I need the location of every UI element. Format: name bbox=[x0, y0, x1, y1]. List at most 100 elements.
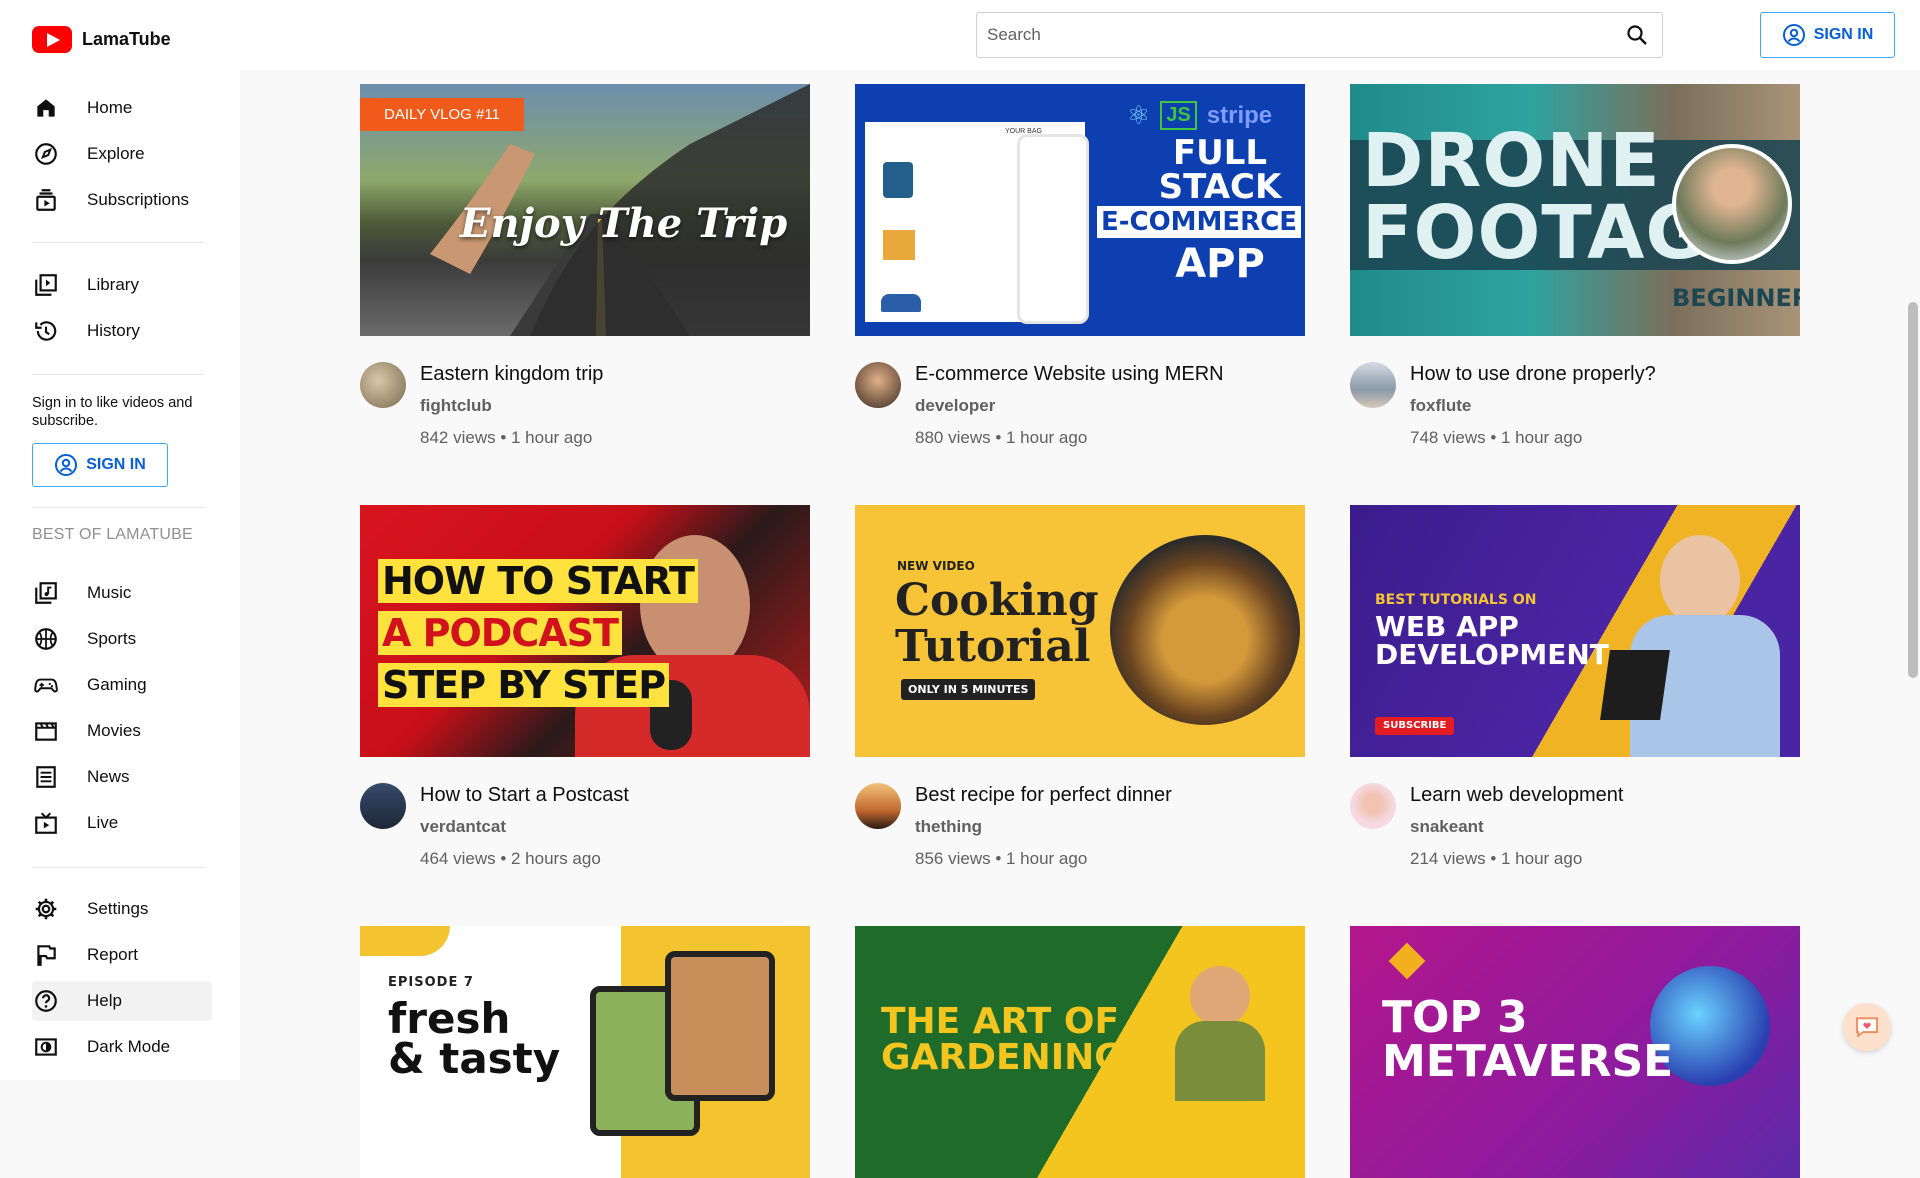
video-card[interactable]: TOP 3 METAVERSE bbox=[1350, 926, 1800, 1178]
app-logo[interactable]: LamaTube bbox=[32, 26, 171, 53]
sidebar-item-label: Explore bbox=[87, 144, 145, 163]
video-title[interactable]: How to use drone properly? bbox=[1410, 363, 1656, 386]
video-title[interactable]: Eastern kingdom trip bbox=[420, 363, 603, 386]
sidebar-item-sports[interactable]: Sports bbox=[32, 619, 212, 659]
subscribe-badge: SUBSCRIBE bbox=[1375, 717, 1455, 735]
thumbnail-line-2: GARDENING bbox=[881, 1037, 1124, 1078]
video-thumbnail[interactable]: YOUR BAG ⚛ JS stripe FULL STACK E-COMMER… bbox=[855, 84, 1305, 336]
video-card[interactable]: BEST TUTORIALS ON WEB APP DEVELOPMENT SU… bbox=[1350, 505, 1800, 877]
video-title[interactable]: Learn web development bbox=[1410, 784, 1623, 807]
gaming-icon bbox=[32, 671, 60, 699]
sidebar-item-help[interactable]: Help bbox=[32, 981, 212, 1021]
thumbnail-tag: ONLY IN 5 MINUTES bbox=[901, 679, 1036, 700]
stripe-logo: stripe bbox=[1206, 101, 1273, 129]
channel-avatar[interactable] bbox=[360, 783, 406, 829]
library-icon bbox=[32, 271, 60, 299]
search-button[interactable] bbox=[1612, 13, 1662, 57]
video-title[interactable]: How to Start a Postcast bbox=[420, 784, 629, 807]
search-input[interactable] bbox=[977, 13, 1612, 57]
video-card[interactable]: NEW VIDEO Cooking Tutorial ONLY IN 5 MIN… bbox=[855, 505, 1305, 877]
samosa-plate-image bbox=[1110, 535, 1300, 725]
sports-icon bbox=[32, 625, 60, 653]
thumbnail-line-2: STACK bbox=[1158, 167, 1282, 207]
scrollbar-thumb[interactable] bbox=[1908, 302, 1918, 678]
thumbnail-line-1: FULL bbox=[1172, 133, 1268, 173]
sidebar-item-news[interactable]: News bbox=[32, 757, 212, 797]
sidebar-item-explore[interactable]: Explore bbox=[32, 134, 212, 174]
dark-mode-icon bbox=[32, 1033, 60, 1061]
channel-avatar[interactable] bbox=[1350, 362, 1396, 408]
sidebar-signin-button[interactable]: SIGN IN bbox=[32, 443, 168, 487]
thumbnail-line-2: A PODCAST bbox=[378, 611, 622, 655]
sidebar-item-label: History bbox=[87, 321, 140, 340]
help-icon bbox=[32, 987, 60, 1015]
video-thumbnail[interactable]: DRONE FOOTAGE BEGINNER bbox=[1350, 84, 1800, 336]
sidebar-item-label: News bbox=[87, 767, 130, 786]
floating-chat-button[interactable] bbox=[1843, 1003, 1891, 1051]
heart-chat-icon bbox=[1856, 1017, 1878, 1038]
top-header: SIGN IN bbox=[240, 0, 1920, 70]
sidebar-item-music[interactable]: Music bbox=[32, 573, 212, 613]
video-title[interactable]: Best recipe for perfect dinner bbox=[915, 784, 1172, 807]
sidebar-item-label: Subscriptions bbox=[87, 190, 190, 209]
video-thumbnail[interactable]: DAILY VLOG #11 Enjoy The Trip bbox=[360, 84, 810, 336]
video-card[interactable]: DAILY VLOG #11 Enjoy The Trip Eastern ki… bbox=[360, 84, 810, 456]
thumbnail-tag: BEGINNER bbox=[1672, 284, 1800, 312]
channel-avatar[interactable] bbox=[855, 362, 901, 408]
channel-name[interactable]: developer bbox=[915, 396, 995, 416]
sidebar-item-live[interactable]: Live bbox=[32, 803, 212, 843]
sidebar-item-gaming[interactable]: Gaming bbox=[32, 665, 212, 705]
thumbnail-line-1: THE ART OF bbox=[881, 1001, 1120, 1042]
video-card[interactable]: DRONE FOOTAGE BEGINNER How to use drone … bbox=[1350, 84, 1800, 456]
sidebar-item-movies[interactable]: Movies bbox=[32, 711, 212, 751]
video-thumbnail[interactable]: TOP 3 METAVERSE bbox=[1350, 926, 1800, 1178]
channel-name[interactable]: snakeant bbox=[1410, 817, 1484, 837]
video-card[interactable]: EPISODE 7 fresh & tasty bbox=[360, 926, 810, 1178]
channel-name[interactable]: fightclub bbox=[420, 396, 492, 416]
sidebar-item-dark-mode[interactable]: Dark Mode bbox=[32, 1027, 212, 1067]
thumbnail-line-2: METAVERSE bbox=[1382, 1036, 1674, 1087]
video-card[interactable]: HOW TO START A PODCAST STEP BY STEP How … bbox=[360, 505, 810, 877]
decor-shape bbox=[360, 926, 450, 956]
sidebar-item-settings[interactable]: Settings bbox=[32, 889, 212, 929]
video-card[interactable]: YOUR BAG ⚛ JS stripe FULL STACK E-COMMER… bbox=[855, 84, 1305, 456]
video-thumbnail[interactable]: BEST TUTORIALS ON WEB APP DEVELOPMENT SU… bbox=[1350, 505, 1800, 757]
video-title[interactable]: E-commerce Website using MERN bbox=[915, 363, 1224, 386]
channel-name[interactable]: foxflute bbox=[1410, 396, 1471, 416]
channel-avatar[interactable] bbox=[360, 362, 406, 408]
video-stats: 464 views • 2 hours ago bbox=[420, 849, 601, 868]
sidebar-item-history[interactable]: History bbox=[32, 311, 212, 351]
channel-avatar[interactable] bbox=[855, 783, 901, 829]
video-thumbnail[interactable]: NEW VIDEO Cooking Tutorial ONLY IN 5 MIN… bbox=[855, 505, 1305, 757]
video-stats: 214 views • 1 hour ago bbox=[1410, 849, 1583, 868]
header-signin-button[interactable]: SIGN IN bbox=[1760, 12, 1895, 58]
sidebar-item-report[interactable]: Report bbox=[32, 935, 212, 975]
channel-avatar[interactable] bbox=[1350, 783, 1396, 829]
divider bbox=[32, 242, 204, 243]
sidebar-item-home[interactable]: Home bbox=[32, 88, 212, 128]
thumbnail-kicker: BEST TUTORIALS ON bbox=[1375, 592, 1537, 608]
video-stats: 842 views • 1 hour ago bbox=[420, 428, 593, 447]
settings-icon bbox=[32, 895, 60, 923]
video-thumbnail[interactable]: EPISODE 7 fresh & tasty bbox=[360, 926, 810, 1178]
live-icon bbox=[32, 809, 60, 837]
video-thumbnail[interactable]: THE ART OF GARDENING bbox=[855, 926, 1305, 1178]
video-thumbnail[interactable]: HOW TO START A PODCAST STEP BY STEP bbox=[360, 505, 810, 757]
thumbnail-line-3: STEP BY STEP bbox=[378, 663, 670, 707]
channel-name[interactable]: thething bbox=[915, 817, 982, 837]
history-icon bbox=[32, 317, 60, 345]
video-card[interactable]: THE ART OF GARDENING bbox=[855, 926, 1305, 1178]
home-icon bbox=[32, 94, 60, 122]
sidebar-item-label: Sports bbox=[87, 629, 137, 648]
thumbnail-title: Enjoy The Trip bbox=[460, 200, 788, 247]
signin-label: SIGN IN bbox=[1813, 26, 1874, 43]
sidebar-item-subscriptions[interactable]: Subscriptions bbox=[32, 180, 212, 220]
news-icon bbox=[32, 763, 60, 791]
diamond-shape bbox=[1388, 942, 1426, 980]
thumbnail-line-1: Cooking bbox=[895, 575, 1099, 626]
sidebar-item-library[interactable]: Library bbox=[32, 265, 212, 305]
channel-name[interactable]: verdantcat bbox=[420, 817, 506, 837]
presenter-face bbox=[1660, 535, 1740, 625]
thumbnail-line-3: E-COMMERCE bbox=[1097, 206, 1301, 238]
account-circle-icon bbox=[1782, 24, 1805, 46]
